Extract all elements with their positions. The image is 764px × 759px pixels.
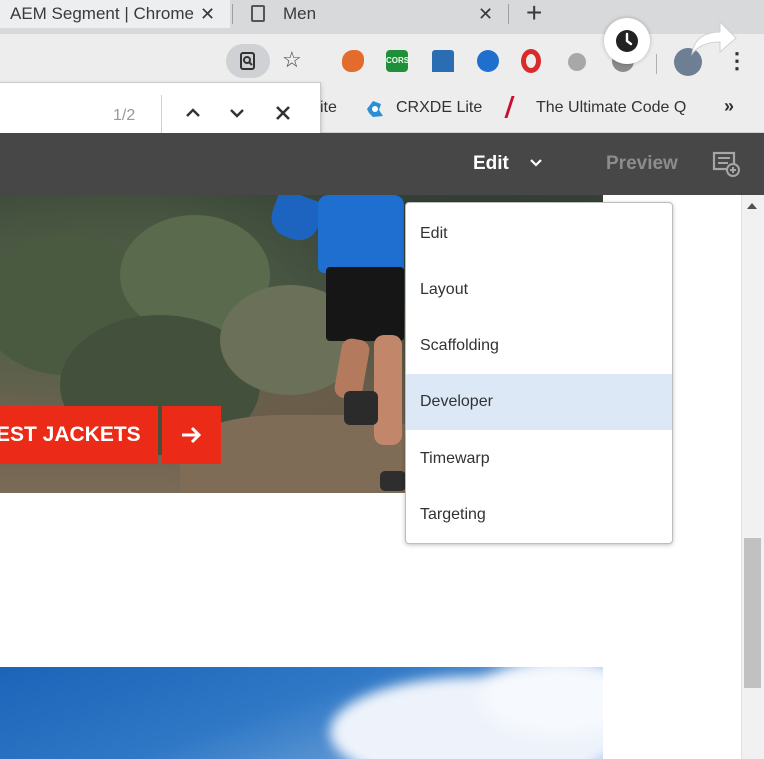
tab-men[interactable]: Men ✕ [236,0,506,28]
tab-title: Men [283,4,317,23]
clock-icon [616,30,638,52]
tab-close-icon[interactable]: ✕ [200,0,215,28]
extension-blue-circle-icon[interactable] [477,50,499,72]
find-in-page-button[interactable] [226,44,270,78]
extension-grey-icon[interactable] [568,53,586,71]
bookmark-star-icon[interactable]: ☆ [282,48,302,72]
menu-item-edit[interactable]: Edit [406,206,672,262]
bookmark-ultimate-code[interactable]: The Ultimate Code Q [536,98,692,118]
scrollbar-thumb[interactable] [744,538,761,688]
scroll-up-arrow-icon[interactable] [747,203,757,209]
menu-item-targeting[interactable]: Targeting [406,487,672,543]
close-icon[interactable] [271,101,295,125]
tab-aem-segment[interactable]: AEM Segment | Chrome ✕ [0,0,230,28]
sky-image [0,667,603,759]
preview-button[interactable]: Preview [606,153,678,175]
toolbar-divider [656,54,657,74]
bookmarks-overflow-icon[interactable]: » [724,96,734,117]
extension-stamp-icon[interactable] [432,50,454,72]
menu-item-timewarp[interactable]: Timewarp [406,431,672,487]
runner-shoe [344,391,378,425]
menu-item-developer[interactable]: Developer [406,374,672,430]
chevron-up-icon[interactable] [181,101,205,125]
menu-item-layout[interactable]: Layout [406,262,672,318]
chevron-down-icon[interactable] [225,101,249,125]
mode-selector-label[interactable]: Edit [473,153,509,175]
aem-editor-header: Edit Preview [0,133,764,195]
opera-icon[interactable] [521,49,541,73]
search-page-icon [240,52,255,70]
menu-item-scaffolding[interactable]: Scaffolding [406,318,672,374]
tab-title: AEM Segment | Chrome [10,4,194,23]
cta-arrow-button[interactable] [162,406,221,464]
watch-later-button[interactable] [604,18,650,64]
mode-dropdown-menu: Edit Layout Scaffolding Developer Timewa… [405,202,673,544]
slash-icon [504,96,515,118]
page-favicon-icon [251,5,265,22]
runner-leg [374,335,402,445]
runner-shoe [380,471,406,491]
share-arrow-icon [691,20,737,56]
bookmark-crxde-lite[interactable]: CRXDE Lite [396,98,482,118]
bookmark-item[interactable]: ite [320,98,337,118]
tab-close-icon[interactable]: ✕ [478,0,493,28]
cors-icon[interactable]: CORS [386,50,409,72]
tab-divider [232,4,233,24]
annotation-icon[interactable] [712,151,742,179]
extension-orange-icon[interactable] [342,50,364,72]
crxde-icon [367,101,383,117]
arrow-right-icon [182,426,202,444]
share-button[interactable] [688,18,738,58]
new-tab-button[interactable]: + [526,0,542,29]
tab-divider [508,4,509,24]
shop-jackets-button[interactable]: EST JACKETS [0,406,158,464]
runner-jacket [318,195,404,273]
chevron-down-icon[interactable] [528,155,544,171]
browser-tab-strip: AEM Segment | Chrome ✕ Men ✕ + [0,0,764,34]
find-match-count: 1/2 [113,107,136,124]
runner-shorts [326,267,404,341]
